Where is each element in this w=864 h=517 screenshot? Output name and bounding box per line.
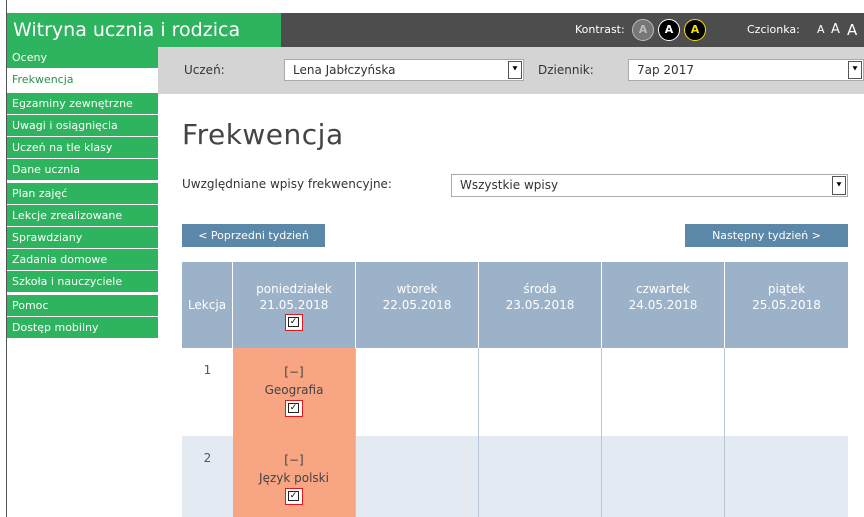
sidebar-item-oceny[interactable]: Oceny [7, 47, 158, 68]
column-divider [355, 348, 356, 517]
filter-select-value: Wszystkie wpisy [460, 178, 559, 192]
sidebar-item-dostep-mobilny[interactable]: Dostęp mobilny [7, 317, 158, 338]
sidebar-item-lekcje-zrealizowane[interactable]: Lekcje zrealizowane [7, 205, 158, 226]
attendance-cell-absent[interactable]: [−] Język polski ✓ [233, 436, 355, 517]
attendance-cell-absent[interactable]: [−] Geografia ✓ [233, 348, 355, 436]
day-date: 24.05.2018 [628, 298, 698, 312]
day-header-monday: poniedziałek 21.05.2018 ✓ [233, 262, 356, 348]
font-medium-button[interactable]: A [831, 13, 840, 47]
sidebar-item-uwagi[interactable]: Uwagi i osiągnięcia [7, 115, 158, 136]
lesson-number: 1 [203, 363, 212, 377]
uczen-label: Uczeń: [184, 63, 225, 77]
day-name: środa [523, 282, 557, 296]
attendance-mark: [−] [284, 453, 304, 467]
chevron-down-icon: ⯆ [508, 61, 522, 79]
day-name: wtorek [396, 282, 438, 296]
chevron-down-icon: ⯆ [832, 176, 846, 195]
day-name: czwartek [635, 282, 691, 296]
uczen-select[interactable]: Lena Jabłczyńska ⯆ [284, 59, 524, 81]
sidebar-item-dane-ucznia[interactable]: Dane ucznia [7, 159, 158, 180]
czcionka-label: Czcionka: [747, 23, 800, 36]
subject-name: Geografia [264, 383, 324, 397]
day-header-tuesday: wtorek 22.05.2018 [356, 262, 479, 348]
sidebar-item-pomoc[interactable]: Pomoc [7, 295, 158, 316]
sidebar-item-zadania-domowe[interactable]: Zadania domowe [7, 249, 158, 270]
day-name: piątek [767, 282, 806, 296]
top-toolbar: Kontrast: A A A Czcionka: A A A [281, 13, 864, 47]
lesson-number: 2 [203, 451, 212, 465]
sidebar-item-frekwencja[interactable]: Frekwencja [7, 69, 158, 90]
previous-week-button[interactable]: < Poprzedni tydzień [182, 224, 325, 247]
column-divider [724, 348, 725, 517]
day-date: 25.05.2018 [752, 298, 821, 312]
day-name: poniedziałek [256, 282, 332, 296]
page-title: Frekwencja [182, 118, 344, 151]
contrast-black-yellow-button[interactable]: A [684, 19, 706, 41]
day-date: 22.05.2018 [382, 298, 452, 312]
attendance-mark: [−] [284, 365, 304, 379]
day-checkbox-monday[interactable]: ✓ [285, 314, 303, 331]
day-header-wednesday: środa 23.05.2018 [479, 262, 602, 348]
filter-label: Uwzględniane wpisy frekwencyjne: [182, 177, 392, 191]
day-header-friday: piątek 25.05.2018 [725, 262, 848, 348]
filter-select[interactable]: Wszystkie wpisy ⯆ [451, 174, 848, 197]
column-divider [601, 348, 602, 517]
contrast-normal-button[interactable]: A [632, 19, 654, 41]
dziennik-select-value: 7ap 2017 [637, 63, 694, 77]
subject-name: Język polski [259, 471, 329, 485]
checkmark-icon: ✓ [288, 403, 299, 413]
day-date: 23.05.2018 [505, 298, 575, 312]
student-selector-bar: Uczeń: Lena Jabłczyńska ⯆ Dziennik: 7ap … [158, 47, 864, 94]
next-week-button[interactable]: Następny tydzień > [685, 224, 848, 247]
day-header-thursday: czwartek 24.05.2018 [602, 262, 725, 348]
dziennik-select[interactable]: 7ap 2017 ⯆ [628, 59, 864, 81]
font-large-button[interactable]: A [847, 13, 857, 47]
checkmark-icon: ✓ [288, 317, 299, 327]
sidebar-item-plan-zajec[interactable]: Plan zajęć [7, 183, 158, 204]
sidebar-item-egzaminy[interactable]: Egzaminy zewnętrzne [7, 93, 158, 114]
lekcja-header: Lekcja [182, 262, 233, 348]
sidebar-nav: Oceny Frekwencja Egzaminy zewnętrzne Uwa… [7, 47, 158, 339]
contrast-black-white-button[interactable]: A [658, 19, 680, 41]
app-title: Witryna ucznia i rodzica [7, 13, 281, 47]
sidebar-item-uczen-na-tle-klasy[interactable]: Uczeń na tle klasy [7, 137, 158, 158]
column-divider [478, 348, 479, 517]
dziennik-label: Dziennik: [538, 63, 594, 77]
uczen-select-value: Lena Jabłczyńska [293, 63, 396, 77]
sidebar-item-szkola-i-nauczyciele[interactable]: Szkoła i nauczyciele [7, 271, 158, 292]
day-date: 21.05.2018 [259, 298, 329, 312]
entry-checkbox[interactable]: ✓ [285, 400, 303, 417]
attendance-table: Lekcja poniedziałek 21.05.2018 ✓ wtorek … [182, 262, 848, 517]
entry-checkbox[interactable]: ✓ [285, 488, 303, 505]
font-small-button[interactable]: A [817, 13, 825, 47]
kontrast-label: Kontrast: [575, 23, 625, 36]
chevron-down-icon: ⯆ [848, 61, 862, 79]
checkmark-icon: ✓ [288, 491, 299, 501]
sidebar-item-sprawdziany[interactable]: Sprawdziany [7, 227, 158, 248]
